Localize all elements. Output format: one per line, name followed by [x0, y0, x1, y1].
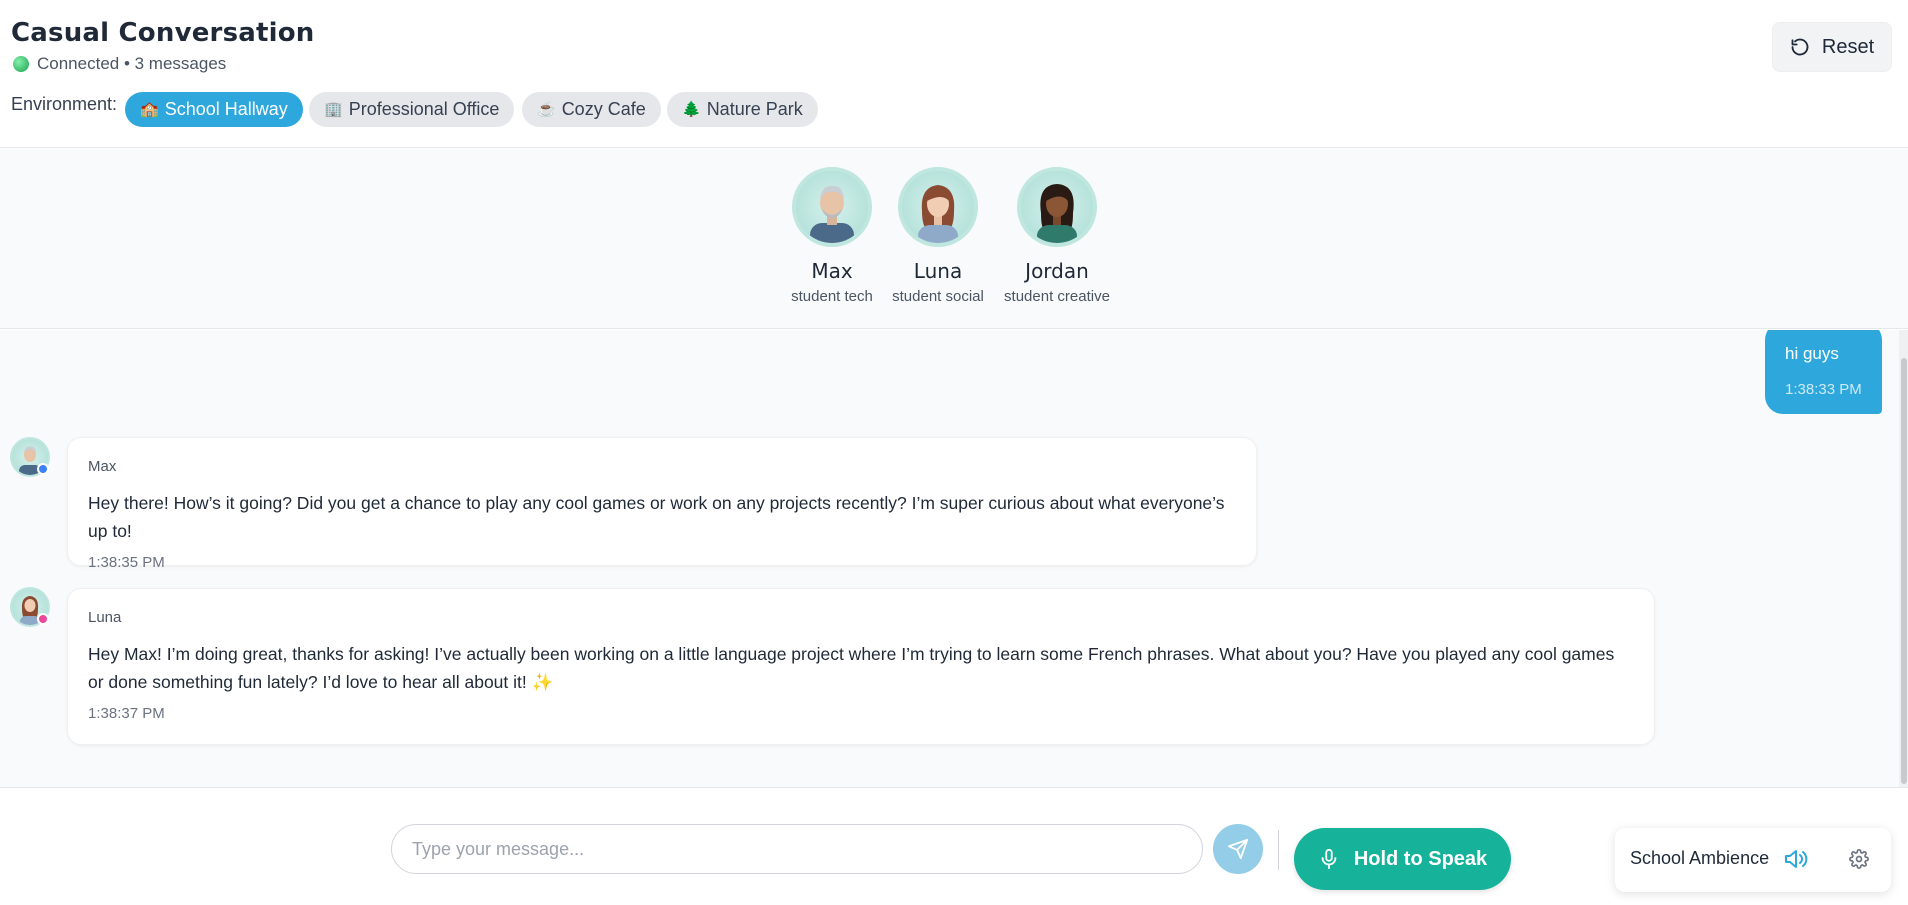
environment-label: Environment:	[11, 94, 118, 114]
participant-name: Jordan	[1025, 259, 1089, 283]
env-chip-cozy-cafe[interactable]: ☕ Cozy Cafe	[522, 92, 661, 127]
connected-status-icon	[13, 56, 29, 72]
avatar	[1017, 167, 1097, 247]
online-badge-icon	[37, 463, 49, 475]
microphone-icon	[1321, 848, 1337, 870]
page-title: Casual Conversation	[11, 18, 315, 48]
message-time: 1:38:37 PM	[88, 705, 165, 722]
env-chip-nature-park[interactable]: 🌲 Nature Park	[667, 92, 818, 127]
volume-icon	[1785, 850, 1808, 868]
env-chip-label: Nature Park	[706, 99, 803, 119]
chat-area[interactable]: hi guys 1:38:33 PM Max Hey there! How’s …	[0, 330, 1908, 787]
participant-jordan[interactable]: Jordan student creative	[987, 167, 1127, 305]
env-chip-label: Professional Office	[348, 99, 500, 119]
office-building-icon: 🏢	[324, 101, 343, 118]
message-input[interactable]	[391, 824, 1203, 874]
participant-name: Luna	[913, 259, 963, 283]
reset-label: Reset	[1821, 35, 1875, 58]
chat-scrollbar-thumb[interactable]	[1901, 358, 1907, 784]
header: Casual Conversation Connected • 3 messag…	[0, 0, 1908, 148]
gear-icon	[1849, 849, 1869, 869]
message-text: Hey Max! I’m doing great, thanks for ask…	[88, 644, 1615, 692]
coffee-icon: ☕	[537, 101, 556, 118]
hold-to-speak-button[interactable]: Hold to Speak	[1294, 828, 1511, 890]
user-message: hi guys 1:38:33 PM	[1765, 330, 1882, 414]
send-button[interactable]	[1213, 824, 1263, 874]
message-text: hi guys	[1785, 344, 1839, 363]
online-badge-icon	[37, 613, 49, 625]
ambience-settings-button[interactable]	[1849, 849, 1869, 874]
message-sender: Luna	[88, 609, 122, 626]
school-icon: 🏫	[140, 101, 159, 118]
reset-button[interactable]: Reset	[1772, 22, 1892, 72]
bot-message: Max Hey there! How’s it going? Did you g…	[67, 437, 1257, 571]
divider	[1278, 830, 1279, 870]
participants-bar: Max student tech Luna student social Jor…	[0, 149, 1908, 329]
env-chip-school-hallway[interactable]: 🏫 School Hallway	[125, 92, 303, 127]
env-chip-professional-office[interactable]: 🏢 Professional Office	[309, 92, 515, 127]
tree-icon: 🌲	[682, 101, 701, 118]
bot-message: Luna Hey Max! I’m doing great, thanks fo…	[67, 588, 1655, 745]
connection-status: Connected • 3 messages	[13, 54, 226, 74]
reset-icon	[1791, 38, 1809, 56]
send-icon	[1227, 838, 1249, 860]
message-text: Hey there! How’s it going? Did you get a…	[88, 493, 1225, 541]
message-time: 1:38:35 PM	[88, 554, 165, 571]
avatar	[792, 167, 872, 247]
avatar	[898, 167, 978, 247]
participant-role: student tech	[791, 288, 873, 305]
hold-to-speak-label: Hold to Speak	[1353, 847, 1488, 870]
participant-name: Max	[811, 259, 853, 283]
ambience-label: School Ambience	[1630, 848, 1770, 868]
env-chip-label: Cozy Cafe	[561, 99, 646, 119]
message-time: 1:38:33 PM	[1785, 381, 1862, 398]
composer-bar: Hold to Speak School Ambience	[0, 787, 1908, 905]
status-text: Connected • 3 messages	[37, 54, 227, 73]
participant-role: student social	[892, 288, 984, 305]
participant-role: student creative	[1004, 288, 1110, 305]
volume-toggle-button[interactable]	[1783, 847, 1809, 876]
env-chip-label: School Hallway	[164, 99, 288, 119]
message-sender: Max	[88, 458, 117, 475]
ambience-panel: School Ambience	[1615, 828, 1891, 892]
